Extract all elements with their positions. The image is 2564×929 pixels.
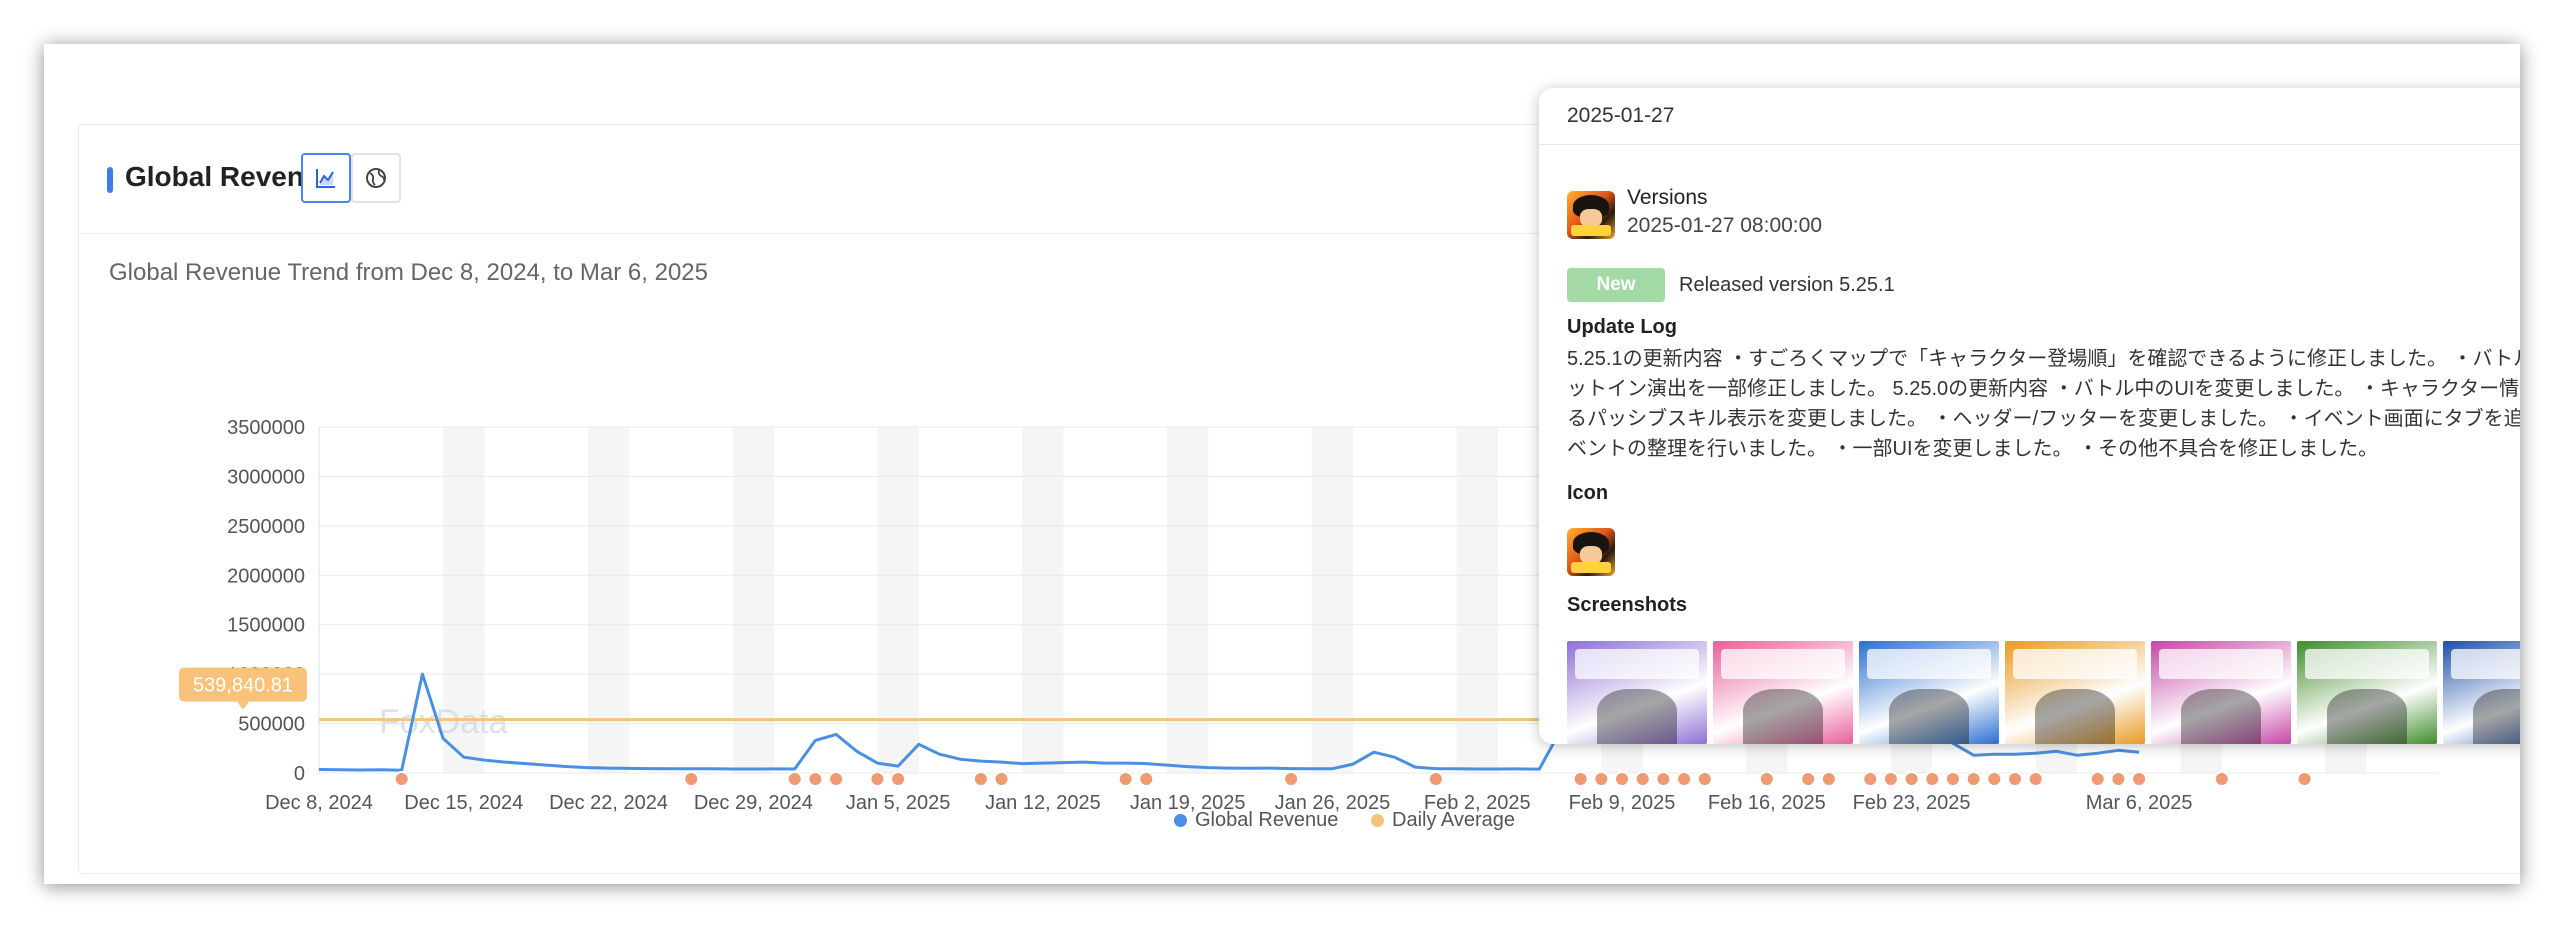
new-badge: New (1567, 268, 1665, 302)
update-log-text: 5.25.1の更新内容 ・すごろくマップで「キャラクター登場順」を確認できるよう… (1567, 348, 2520, 460)
version-marker[interactable] (1820, 771, 1837, 787)
x-tick-label: Dec 29, 2024 (694, 792, 813, 814)
screenshot-thumbnail[interactable] (2151, 641, 2291, 744)
daily-average-label-pointer (237, 701, 249, 710)
version-marker[interactable] (1882, 771, 1899, 787)
icon-section-title: Icon (1567, 482, 1609, 504)
screenshot-thumbnail[interactable] (2005, 641, 2145, 744)
legend-average-dot (1371, 814, 1384, 827)
screenshot-thumbnail[interactable] (2297, 641, 2437, 744)
version-marker[interactable] (1427, 771, 1444, 787)
version-marker[interactable] (786, 771, 803, 787)
version-marker[interactable] (1634, 771, 1651, 787)
x-tick-label: Dec 22, 2024 (549, 792, 668, 814)
x-tick-label: Jan 12, 2025 (985, 792, 1101, 814)
y-tick-label: 500000 (238, 714, 305, 736)
version-marker[interactable] (2213, 771, 2230, 787)
version-marker[interactable] (1676, 771, 1693, 787)
popover-divider (1539, 144, 2520, 145)
update-log-title: Update Log (1567, 316, 1677, 338)
version-marker[interactable] (828, 771, 845, 787)
legend-global-revenue[interactable]: Global Revenue (1174, 809, 1338, 832)
app-window: Global Revenue Global Revenue Trend from… (44, 44, 2520, 884)
legend-average-label: Daily Average (1392, 809, 1516, 831)
version-marker[interactable] (890, 771, 907, 787)
app-icon (1567, 191, 1615, 239)
version-marker[interactable] (2027, 771, 2044, 787)
y-tick-label: 2000000 (227, 565, 305, 587)
x-tick-label: Dec 8, 2024 (265, 792, 373, 814)
version-marker[interactable] (807, 771, 824, 787)
version-marker[interactable] (2296, 771, 2313, 787)
version-marker[interactable] (1965, 771, 1982, 787)
version-marker[interactable] (1903, 771, 1920, 787)
x-tick-label: Dec 15, 2024 (404, 792, 523, 814)
version-marker[interactable] (993, 771, 1010, 787)
legend-revenue-label: Global Revenue (1195, 809, 1339, 831)
version-marker[interactable] (1572, 771, 1589, 787)
y-tick-label: 0 (294, 763, 305, 785)
screenshot-strip (1567, 641, 2520, 744)
version-marker[interactable] (972, 771, 989, 787)
version-marker[interactable] (1138, 771, 1155, 787)
screenshot-thumbnail[interactable] (1567, 641, 1707, 744)
version-marker[interactable] (1800, 771, 1817, 787)
screenshot-thumbnail[interactable] (1859, 641, 1999, 744)
popover-date: 2025-01-27 (1567, 104, 1675, 127)
version-marker[interactable] (1758, 771, 1775, 787)
versions-label: Versions (1627, 186, 1708, 209)
daily-average-label: 539,840.81 (193, 675, 293, 697)
x-tick-label: Mar 6, 2025 (2086, 792, 2193, 814)
version-marker[interactable] (2110, 771, 2127, 787)
y-tick-label: 1500000 (227, 615, 305, 637)
legend-revenue-dot (1174, 814, 1187, 827)
app-icon-large[interactable] (1567, 528, 1615, 576)
version-marker[interactable] (1117, 771, 1134, 787)
version-marker[interactable] (1655, 771, 1672, 787)
version-popover: 2025-01-27 Versions 2025-01-27 08:00:00 … (1539, 88, 2520, 744)
version-marker[interactable] (393, 771, 410, 787)
version-marker[interactable] (2007, 771, 2023, 787)
version-marker[interactable] (2131, 771, 2148, 787)
x-tick-label: Feb 9, 2025 (1569, 792, 1676, 814)
released-version-text: Released version 5.25.1 (1679, 274, 1895, 296)
x-tick-label: Jan 5, 2025 (846, 792, 951, 814)
y-tick-label: 2500000 (227, 516, 305, 538)
version-marker[interactable] (1924, 771, 1941, 787)
version-marker[interactable] (1593, 771, 1610, 787)
x-tick-label: Feb 23, 2025 (1853, 792, 1971, 814)
version-timestamp: 2025-01-27 08:00:00 (1627, 214, 1822, 237)
screenshot-thumbnail[interactable] (1713, 641, 1853, 744)
version-marker[interactable] (1696, 771, 1713, 787)
version-marker[interactable] (1986, 771, 2003, 787)
x-tick-label: Feb 16, 2025 (1708, 792, 1826, 814)
version-marker[interactable] (1944, 771, 1961, 787)
version-marker[interactable] (1862, 771, 1879, 787)
y-tick-label: 3500000 (227, 417, 305, 439)
version-marker[interactable] (869, 771, 886, 787)
version-marker[interactable] (1283, 771, 1300, 787)
version-marker[interactable] (1614, 771, 1631, 787)
screenshots-section-title: Screenshots (1567, 594, 1688, 616)
legend-daily-average[interactable]: Daily Average (1371, 809, 1515, 832)
screenshot-thumbnail[interactable] (2443, 641, 2520, 744)
y-tick-label: 3000000 (227, 466, 305, 488)
version-marker[interactable] (2089, 771, 2106, 787)
version-marker[interactable] (683, 771, 700, 787)
